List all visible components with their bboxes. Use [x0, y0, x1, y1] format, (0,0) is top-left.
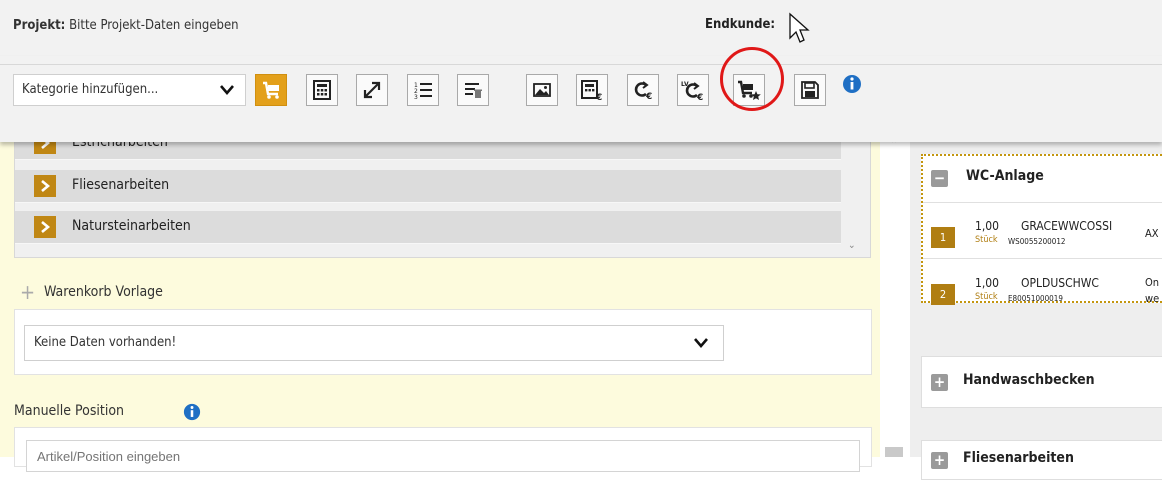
plus-icon[interactable]: + [20, 282, 35, 302]
category-item[interactable]: Fliesenarbeiten [15, 170, 841, 203]
delete-list-button[interactable] [457, 74, 489, 106]
image-button[interactable] [526, 74, 558, 106]
refresh-prices-button[interactable]: € [627, 74, 659, 106]
warenkorb-select-value: Keine Daten vorhanden! [34, 335, 177, 350]
save-button[interactable] [794, 74, 826, 106]
warenkorb-select[interactable]: Keine Daten vorhanden! [24, 325, 724, 361]
svg-text:€: € [595, 93, 602, 101]
group-title: Fliesenarbeiten [963, 450, 1074, 466]
position-number: 2 [931, 284, 955, 305]
position-code: GRACEWWCOSSI [1021, 219, 1113, 233]
divider [923, 202, 1162, 203]
customer-label: Endkunde: [705, 17, 776, 32]
position-number: 1 [931, 227, 955, 248]
category-label: Natursteinarbeiten [72, 218, 191, 234]
position-unit: Stück [975, 235, 998, 245]
svg-text:3: 3 [414, 94, 418, 100]
scroll-down-icon[interactable]: ⌄ [848, 240, 856, 251]
lv-refresh-euro-icon: LV € [681, 81, 703, 101]
position-unit: Stück [975, 292, 998, 302]
svg-text:€: € [645, 92, 652, 101]
expand-button[interactable] [356, 74, 388, 106]
calculator-button[interactable] [306, 74, 338, 106]
info-icon[interactable] [842, 74, 862, 94]
collapse-icon[interactable]: − [931, 170, 948, 187]
position-quantity: 1,00 [975, 276, 1000, 290]
scrollbar-thumb[interactable] [885, 447, 903, 457]
expand-arrows-icon [363, 81, 381, 99]
manual-position-title: Manuelle Position [14, 403, 125, 419]
group-title: WC-Anlage [966, 168, 1044, 184]
manual-position-input[interactable] [26, 440, 860, 472]
position-article: WS0055200012 [1008, 237, 1066, 246]
group-title: Handwaschbecken [963, 372, 1095, 388]
expand-arrow-icon [34, 142, 56, 154]
category-select[interactable]: Kategorie hinzufügen... [13, 74, 246, 106]
image-icon [533, 83, 551, 97]
scrollbar[interactable] [880, 142, 910, 457]
numbered-list-icon: 1 2 3 [414, 82, 432, 100]
project-label: Projekt: [13, 18, 66, 33]
position-article: E80051000019 [1008, 294, 1063, 303]
svg-text:€: € [696, 93, 703, 101]
toolbar-divider [0, 64, 1162, 65]
expand-arrow-icon [34, 216, 56, 238]
project-value: Bitte Projekt-Daten eingeben [69, 18, 239, 33]
category-label: Fliesenarbeiten [72, 177, 170, 193]
calculate-euro-button[interactable]: € [576, 74, 608, 106]
mouse-cursor-icon [789, 12, 810, 43]
expand-arrow-icon [34, 175, 56, 197]
category-list: Estricharbeiten Fliesenarbeiten Naturste… [14, 142, 871, 258]
category-item[interactable]: Natursteinarbeiten [15, 211, 841, 244]
project-info[interactable]: Projekt: Bitte Projekt-Daten eingeben [13, 18, 239, 33]
position-quantity: 1,00 [975, 219, 1000, 233]
expand-icon[interactable]: + [931, 374, 948, 391]
category-select-value: Kategorie hinzufügen... [22, 82, 159, 97]
warenkorb-title: Warenkorb Vorlage [44, 284, 163, 300]
expand-icon[interactable]: + [931, 452, 948, 469]
save-icon [801, 81, 819, 99]
warenkorb-vorlage-button[interactable] [255, 74, 287, 106]
calculator-icon [313, 80, 331, 100]
cart-icon [263, 81, 279, 99]
refresh-euro-icon: € [634, 81, 652, 101]
position-description: On [1145, 276, 1160, 289]
lv-refresh-button[interactable]: LV € [677, 74, 709, 106]
highlight-circle [720, 47, 784, 111]
chevron-down-icon [220, 85, 234, 95]
position-code: OPLDUSCHWC [1021, 276, 1099, 290]
divider [923, 258, 1162, 259]
position-description: AX [1145, 227, 1159, 240]
category-label: Estricharbeiten [72, 142, 168, 150]
numbered-list-button[interactable]: 1 2 3 [407, 74, 439, 106]
calculator-euro-icon: € [581, 80, 602, 101]
list-delete-icon [465, 83, 482, 98]
chevron-down-icon [694, 338, 708, 348]
position-description-cont: we [1145, 292, 1160, 305]
info-icon[interactable] [183, 403, 201, 421]
toolbar: Kategorie hinzufügen... 1 2 3 € € LV € [0, 56, 1162, 142]
category-item[interactable]: Estricharbeiten [15, 142, 841, 160]
